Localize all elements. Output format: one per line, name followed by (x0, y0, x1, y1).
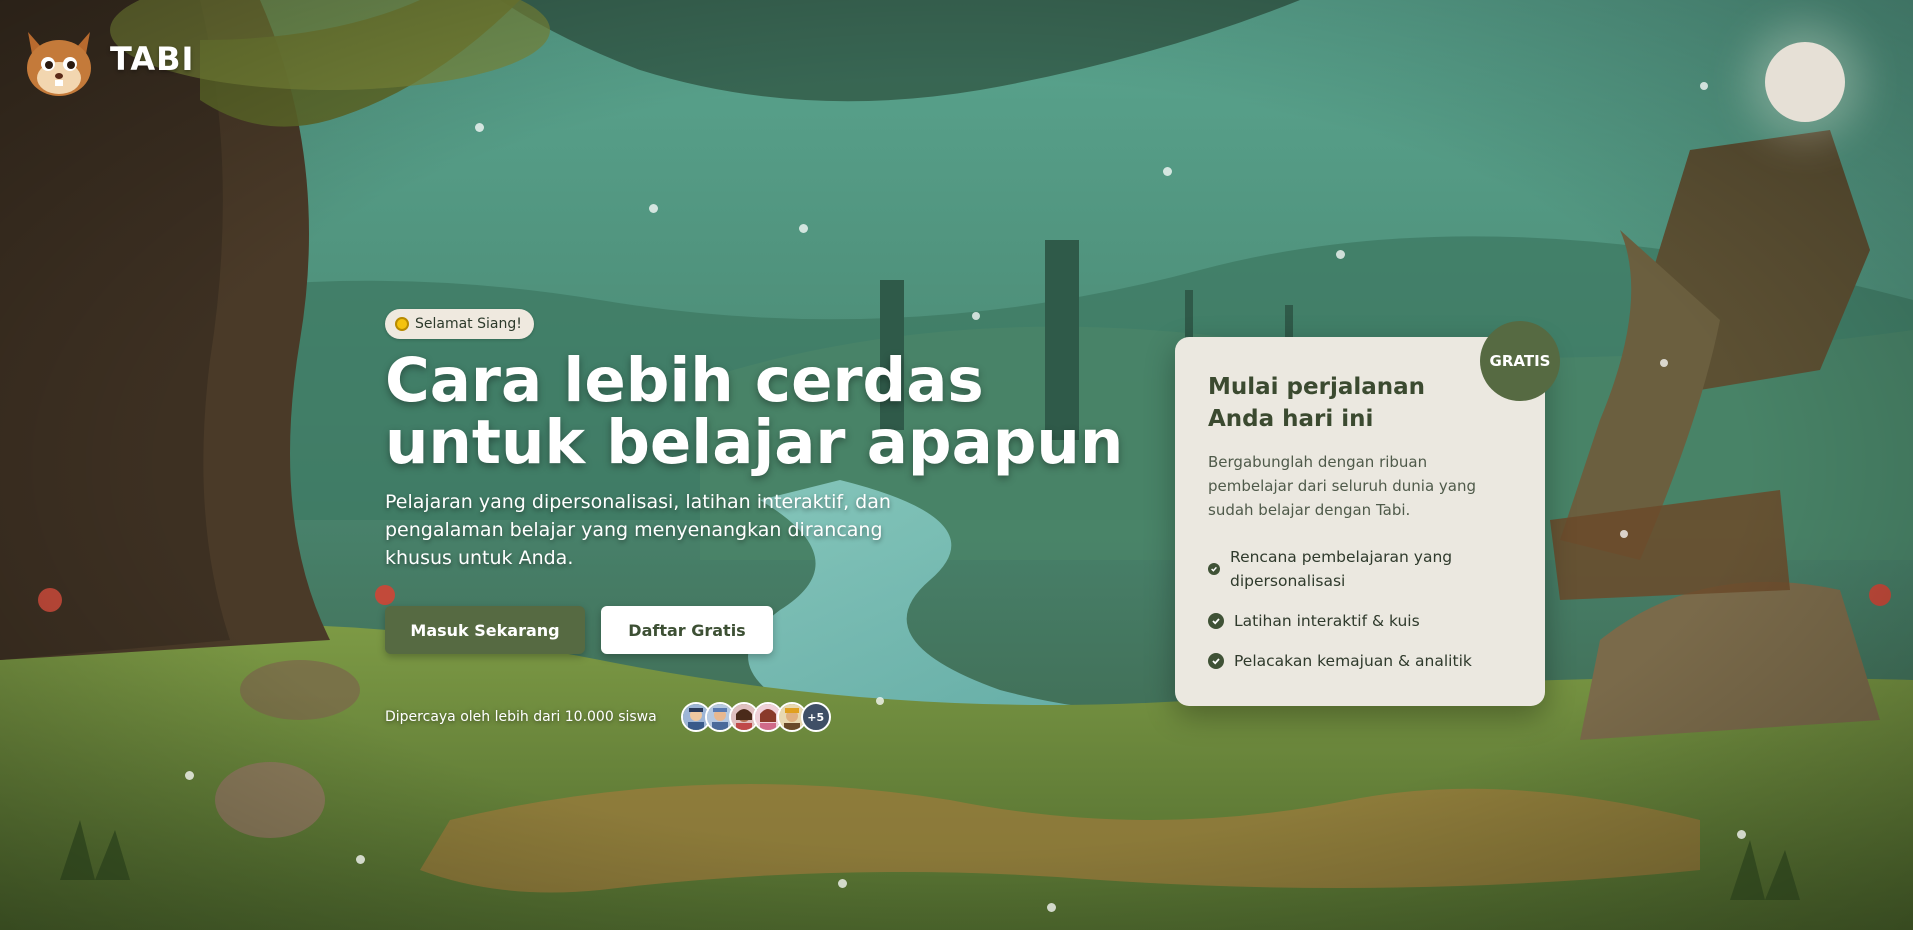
trust-text: Dipercaya oleh lebih dari 10.000 siswa (385, 709, 657, 725)
signup-card: Mulai perjalanan Anda hari ini Bergabung… (1175, 337, 1545, 706)
feature-item: Latihan interaktif & kuis (1208, 609, 1508, 633)
avatar-stack: +5 (680, 702, 831, 732)
squirrel-logo-icon (27, 32, 91, 96)
moon (1765, 42, 1845, 122)
greeting-text: Selamat Siang! (415, 316, 522, 332)
feature-item: Pelacakan kemajuan & analitik (1208, 649, 1508, 673)
landing-page: TABI Selamat Siang! Cara lebih cerdas un… (0, 0, 1913, 930)
free-badge: GRATIS (1480, 321, 1560, 401)
check-circle-icon (1208, 563, 1220, 575)
sparkle (1660, 359, 1668, 367)
sparkle (356, 855, 365, 864)
check-circle-icon (1208, 653, 1224, 669)
brand-name: TABI (110, 40, 195, 78)
card-description: Bergabunglah dengan ribuan pembelajar da… (1208, 453, 1477, 519)
social-proof: Dipercaya oleh lebih dari 10.000 siswa +… (385, 702, 831, 732)
brand[interactable]: TABI (18, 18, 194, 100)
sparkle (1336, 250, 1345, 259)
sparkle (838, 879, 847, 888)
hero-title: Cara lebih cerdas untuk belajar apapun (385, 345, 1124, 478)
feature-label: Pelacakan kemajuan & analitik (1234, 652, 1472, 670)
sun-icon (395, 317, 409, 331)
sparkle (649, 204, 658, 213)
card-title: Mulai perjalanan Anda hari ini (1208, 374, 1426, 432)
hero-subtitle: Pelajaran yang dipersonalisasi, latihan … (385, 491, 891, 569)
greeting-badge: Selamat Siang! (385, 309, 534, 339)
sparkle (799, 224, 808, 233)
feature-label: Latihan interaktif & kuis (1234, 612, 1420, 630)
sparkle (1700, 82, 1708, 90)
sparkle (475, 123, 484, 132)
sparkle (1047, 903, 1056, 912)
feature-label: Rencana pembelajaran yang dipersonalisas… (1230, 548, 1453, 590)
feature-item: Rencana pembelajaran yang dipersonalisas… (1208, 545, 1508, 593)
sparkle (1620, 530, 1628, 538)
sparkle (876, 697, 884, 705)
sparkle (972, 312, 980, 320)
sparkle (185, 771, 194, 780)
login-button[interactable]: Masuk Sekarang (385, 606, 585, 654)
avatar-more-count: +5 (800, 702, 831, 732)
sparkle (1163, 167, 1172, 176)
signup-button[interactable]: Daftar Gratis (601, 606, 773, 654)
sparkle (1737, 830, 1746, 839)
check-circle-icon (1208, 613, 1224, 629)
